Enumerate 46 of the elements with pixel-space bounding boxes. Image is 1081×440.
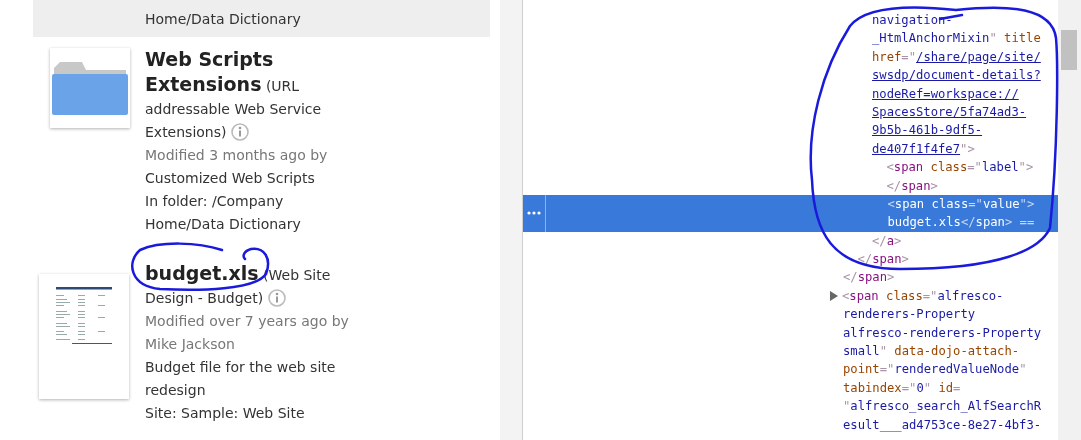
code-line: </span> [843,269,895,287]
code-link[interactable]: swsdp/document-details? [872,68,1041,83]
selected-node-highlight[interactable]: <span class="value"> budget.xls</span> == [523,194,1058,232]
code-line: <span class="label"> [886,159,1034,177]
code-line: </span> [886,177,938,195]
folder-icon [50,60,129,116]
code-line: alfresco-renderers-Property [843,324,1042,342]
code-link[interactable]: 9b5b-461b-9df5- [872,123,983,138]
code-line: renderers-Property [843,306,976,324]
code-line: <span class="value"> [887,195,1035,213]
more-dots-icon [527,211,541,216]
code-line: </span> [857,251,909,269]
result-detail: Modified over 7 years ago by [145,312,350,331]
result-heading[interactable]: Web Scripts Extensions (URL addressable Web Service Extensions) [145,48,355,144]
code-token: "> [960,141,975,156]
code-link[interactable]: /share/page/site/ [916,49,1041,64]
code-line: <span class="alfresco- [842,287,1004,305]
document-thumbnail[interactable] [39,274,129,399]
result-detail: Modified 3 months ago by [145,146,329,165]
code-line: _HtmlAnchorMixin" title [872,30,1041,48]
result-detail: Home/Data Dictionary [145,9,302,29]
code-token: =" [901,49,917,64]
info-icon[interactable] [268,289,287,307]
code-line: navigation- [872,12,953,29]
result-detail: Customized Web Scripts [145,169,316,188]
code-line: tabindex="0" id= [843,379,961,397]
code-token: href [872,49,902,64]
spreadsheet-preview-drawing [56,287,112,344]
code-line: point="renderedValueNode" [843,361,1027,379]
result-detail: Budget file for the web site redesign [145,358,337,400]
folder-thumbnail[interactable] [49,48,130,128]
code-line: budget.xls</span> == [887,214,1035,232]
result-row-highlight[interactable]: Home/Data Dictionary [33,0,490,37]
expand-triangle-icon[interactable] [830,291,838,302]
code-line: </a> [872,232,902,250]
result-detail: In folder: /Company Home/Data Dictionary [145,192,302,234]
code-line: esult___ad4753ce-8e27-4bf3- [843,416,1042,434]
scrollbar-thumb[interactable] [1061,30,1077,70]
code-link[interactable]: SpacesStore/5fa74ad3- [872,104,1027,119]
code-link[interactable]: nodeRef=workspace:// [872,86,1019,101]
code-line: "alfresco_search_AlfSearchR [843,398,1042,416]
code-line: small" data-dojo-attach- [843,343,1020,361]
code-link[interactable]: de407f1f4fe7 [872,141,961,156]
result-detail: Mike Jackson [145,335,236,354]
result-detail: Site: Sample: Web Site [145,404,306,423]
info-icon[interactable] [231,123,250,141]
